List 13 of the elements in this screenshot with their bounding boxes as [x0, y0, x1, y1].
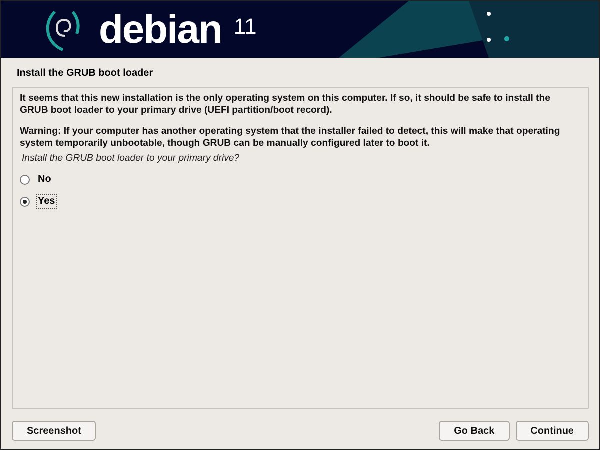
description-paragraph: Warning: If your computer has another operating system that the installer failed to detect, this will make that operating system temporarily unbootable, though GRUB can be manually configured later to boot it. [20, 126, 562, 150]
radio-button[interactable] [20, 196, 30, 206]
description-paragraph: It seems that this new installation is the only operating system on this computer. If so, it should be safe to install the GRUB boot loader to your primary drive (UEFI partition/boot record). [20, 93, 552, 117]
radio-button[interactable] [20, 174, 30, 184]
screenshot-button[interactable]: Screenshot [12, 421, 96, 441]
version-text: 11 [234, 14, 257, 40]
option-label[interactable]: No [36, 172, 54, 187]
nav-button[interactable]: Continue [516, 421, 589, 441]
nav-button[interactable]: Go Back [439, 421, 510, 441]
question-text: Install the GRUB boot loader to your primary drive? [22, 153, 241, 164]
page-title: Install the GRUB boot loader [17, 68, 154, 79]
logo-text: debian [99, 10, 222, 50]
option-label[interactable]: Yes [36, 194, 58, 209]
